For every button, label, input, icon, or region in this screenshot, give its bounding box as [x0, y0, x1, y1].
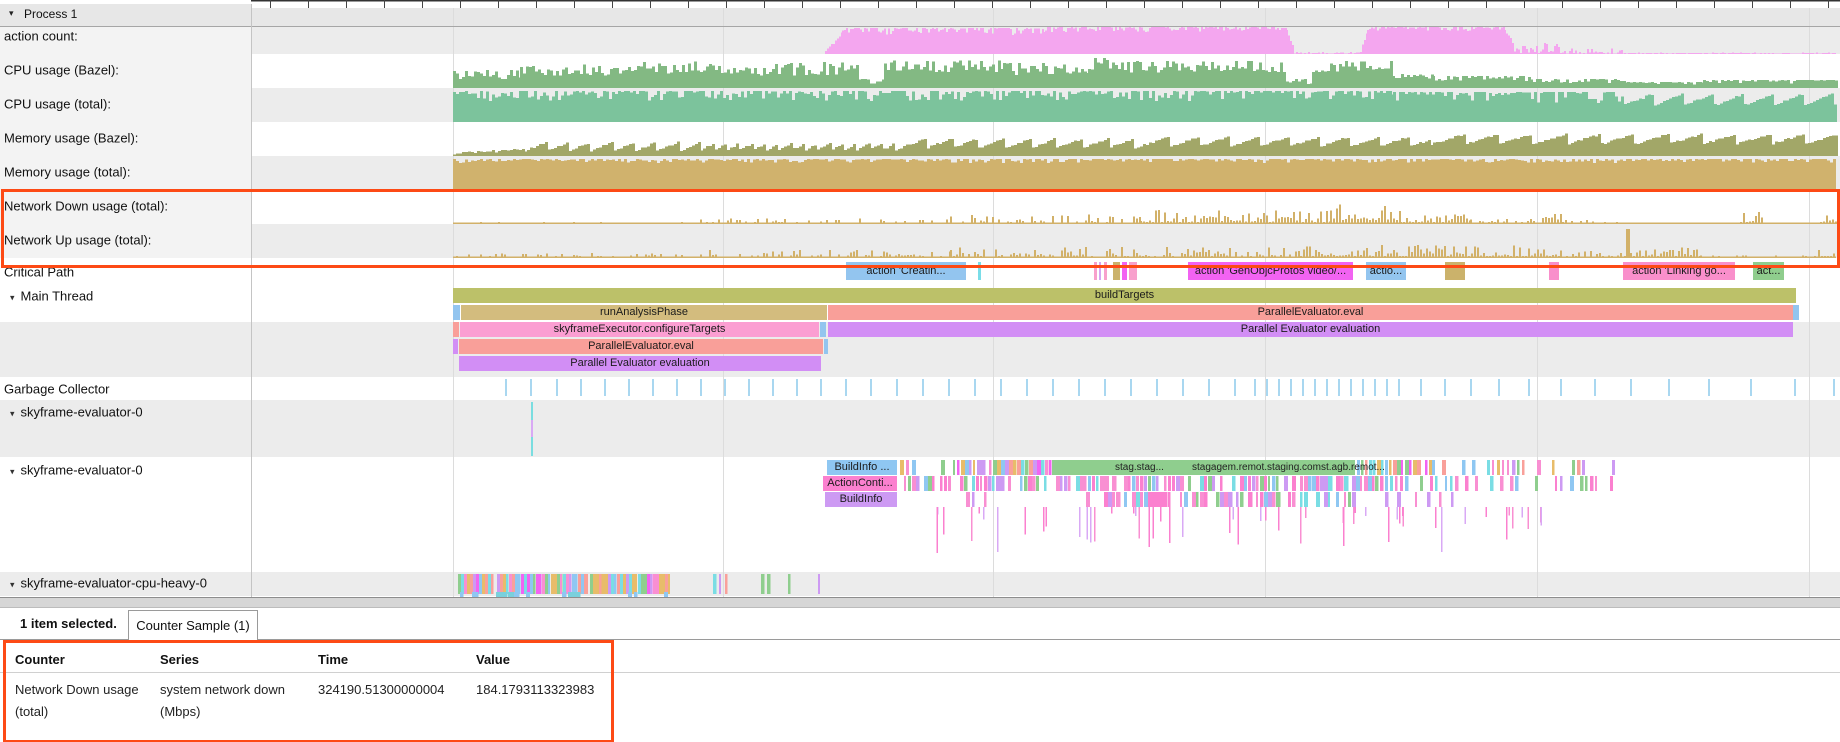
track-row-memory-usage-bazel-[interactable]: Memory usage (Bazel): [4, 131, 138, 146]
thread-row-garbage-collector[interactable]: Garbage Collector [4, 382, 110, 397]
timeline-slice[interactable] [453, 339, 458, 354]
timeline-slice[interactable] [820, 322, 826, 337]
timeline-slice[interactable]: skyframeExecutor.configureTargets [460, 322, 819, 337]
timeline-slice[interactable] [1094, 262, 1097, 280]
timeline-slice[interactable] [453, 322, 459, 337]
col-series: Series [160, 650, 199, 670]
cell-series-2: (Mbps) [160, 703, 200, 721]
thread-row-skyframe-evaluator-0[interactable]: ▾ skyframe-evaluator-0 [10, 405, 143, 420]
timeline-slice[interactable]: action 'Creatin... [846, 262, 966, 280]
thread-row-skyframe-evaluator-0[interactable]: ▾ skyframe-evaluator-0 [10, 463, 143, 478]
collapse-arrow-icon[interactable]: ▾ [9, 8, 14, 19]
timeline-slice[interactable] [1793, 305, 1799, 320]
timeline-slice[interactable]: Parallel Evaluator evaluation [459, 356, 821, 371]
track-label: Memory usage (Bazel): [4, 131, 138, 146]
col-value: Value [476, 650, 510, 670]
timeline-slice[interactable]: BuildInfo [825, 492, 897, 507]
slice-overlay-label: stagagem.remot.staging.comst.agb.remot..… [1192, 462, 1385, 473]
timeline-slice[interactable] [1113, 262, 1120, 280]
col-counter: Counter [15, 650, 65, 670]
timeline-slice[interactable] [912, 460, 916, 475]
track-label: skyframe-evaluator-cpu-heavy-0 [21, 576, 207, 591]
timeline-slice[interactable]: ActionConti... [823, 476, 897, 491]
timeline-slice[interactable]: buildTargets [453, 288, 1796, 303]
thread-row-critical-path[interactable]: Critical Path [4, 265, 74, 280]
collapse-arrow-icon[interactable]: ▾ [10, 409, 15, 419]
track-label: skyframe-evaluator-0 [21, 463, 143, 478]
track-label: Main Thread [21, 289, 94, 304]
collapse-arrow-icon[interactable]: ▾ [10, 467, 15, 477]
timeline-slice[interactable]: ParallelEvaluator.eval [828, 305, 1793, 320]
cell-counter: Network Down usage [15, 681, 139, 699]
track-label: CPU usage (Bazel): [4, 63, 119, 78]
timeline-slice[interactable] [900, 460, 904, 475]
timeline-slice[interactable]: action 'GenObjcProtos video/... [1188, 262, 1353, 280]
track-label: Critical Path [4, 265, 74, 280]
timeline-slice[interactable] [906, 460, 909, 475]
track-label: skyframe-evaluator-0 [21, 405, 143, 420]
col-time: Time [318, 650, 348, 670]
timeline-slice[interactable] [1099, 262, 1101, 280]
timeline-slice[interactable]: action 'Linking go... [1623, 262, 1735, 280]
timeline-slice[interactable]: Parallel Evaluator evaluation [828, 322, 1793, 337]
timeline-slice[interactable]: act... [1753, 262, 1784, 280]
timeline-slice[interactable]: ParallelEvaluator.eval [459, 339, 823, 354]
tabbar-rule [0, 639, 1840, 640]
track-row-network-up-usage-total-[interactable]: Network Up usage (total): [4, 233, 151, 248]
timeline-slice[interactable]: actio... [1366, 262, 1406, 280]
slice-overlay-label: stag.stag... [1115, 462, 1164, 473]
timeline-slices-layer: action 'Creatin... action 'GenObjcProtos … [0, 0, 1840, 598]
track-label: CPU usage (total): [4, 97, 111, 112]
timeline-slice[interactable] [1129, 262, 1137, 280]
trace-viewer-window: action 'Creatin... action 'GenObjcProtos … [0, 0, 1840, 742]
table-header-underline [0, 672, 1840, 673]
timeline-slice[interactable] [978, 262, 981, 280]
timeline-slice[interactable] [1104, 262, 1107, 280]
collapse-arrow-icon[interactable]: ▾ [10, 293, 15, 303]
timeline-slice[interactable] [453, 305, 460, 320]
track-row-cpu-usage-total-[interactable]: CPU usage (total): [4, 97, 111, 112]
selection-status: 1 item selected. [20, 608, 117, 639]
timeline-slice[interactable]: runAnalysisPhase [461, 305, 827, 320]
thread-row-main-thread[interactable]: ▾ Main Thread [10, 289, 93, 304]
track-row-action-count-[interactable]: action count: [4, 29, 78, 44]
cell-series: system network down [160, 681, 285, 699]
cell-time: 324190.51300000004 [318, 681, 445, 699]
collapse-arrow-icon[interactable]: ▾ [10, 580, 15, 590]
timeline-slice[interactable] [824, 339, 828, 354]
track-label: Memory usage (total): [4, 165, 130, 180]
track-row-cpu-usage-bazel-[interactable]: CPU usage (Bazel): [4, 63, 119, 78]
timeline-slice[interactable]: BuildInfo ... [827, 460, 897, 475]
timeline-slice[interactable] [1445, 262, 1465, 280]
track-label: Network Down usage (total): [4, 199, 168, 214]
track-row-memory-usage-total-[interactable]: Memory usage (total): [4, 165, 130, 180]
track-label: action count: [4, 29, 78, 44]
cell-counter-2: (total) [15, 703, 48, 721]
timeline-slice[interactable] [1549, 262, 1559, 280]
track-row-network-down-usage-total-[interactable]: Network Down usage (total): [4, 199, 168, 214]
process-title: Process 1 [24, 7, 77, 21]
thread-row-skyframe-evaluator-cpu-heavy-0[interactable]: ▾ skyframe-evaluator-cpu-heavy-0 [10, 576, 207, 591]
timeline-slice[interactable] [1122, 262, 1127, 280]
tab-counter-sample[interactable]: Counter Sample (1) [128, 610, 258, 640]
panel-separator[interactable] [0, 597, 1840, 608]
cell-value: 184.1793113323983 [476, 681, 594, 699]
track-label: Network Up usage (total): [4, 233, 151, 248]
process-1-header[interactable]: ▾ Process 1 [0, 4, 1839, 26]
track-label: Garbage Collector [4, 382, 110, 397]
